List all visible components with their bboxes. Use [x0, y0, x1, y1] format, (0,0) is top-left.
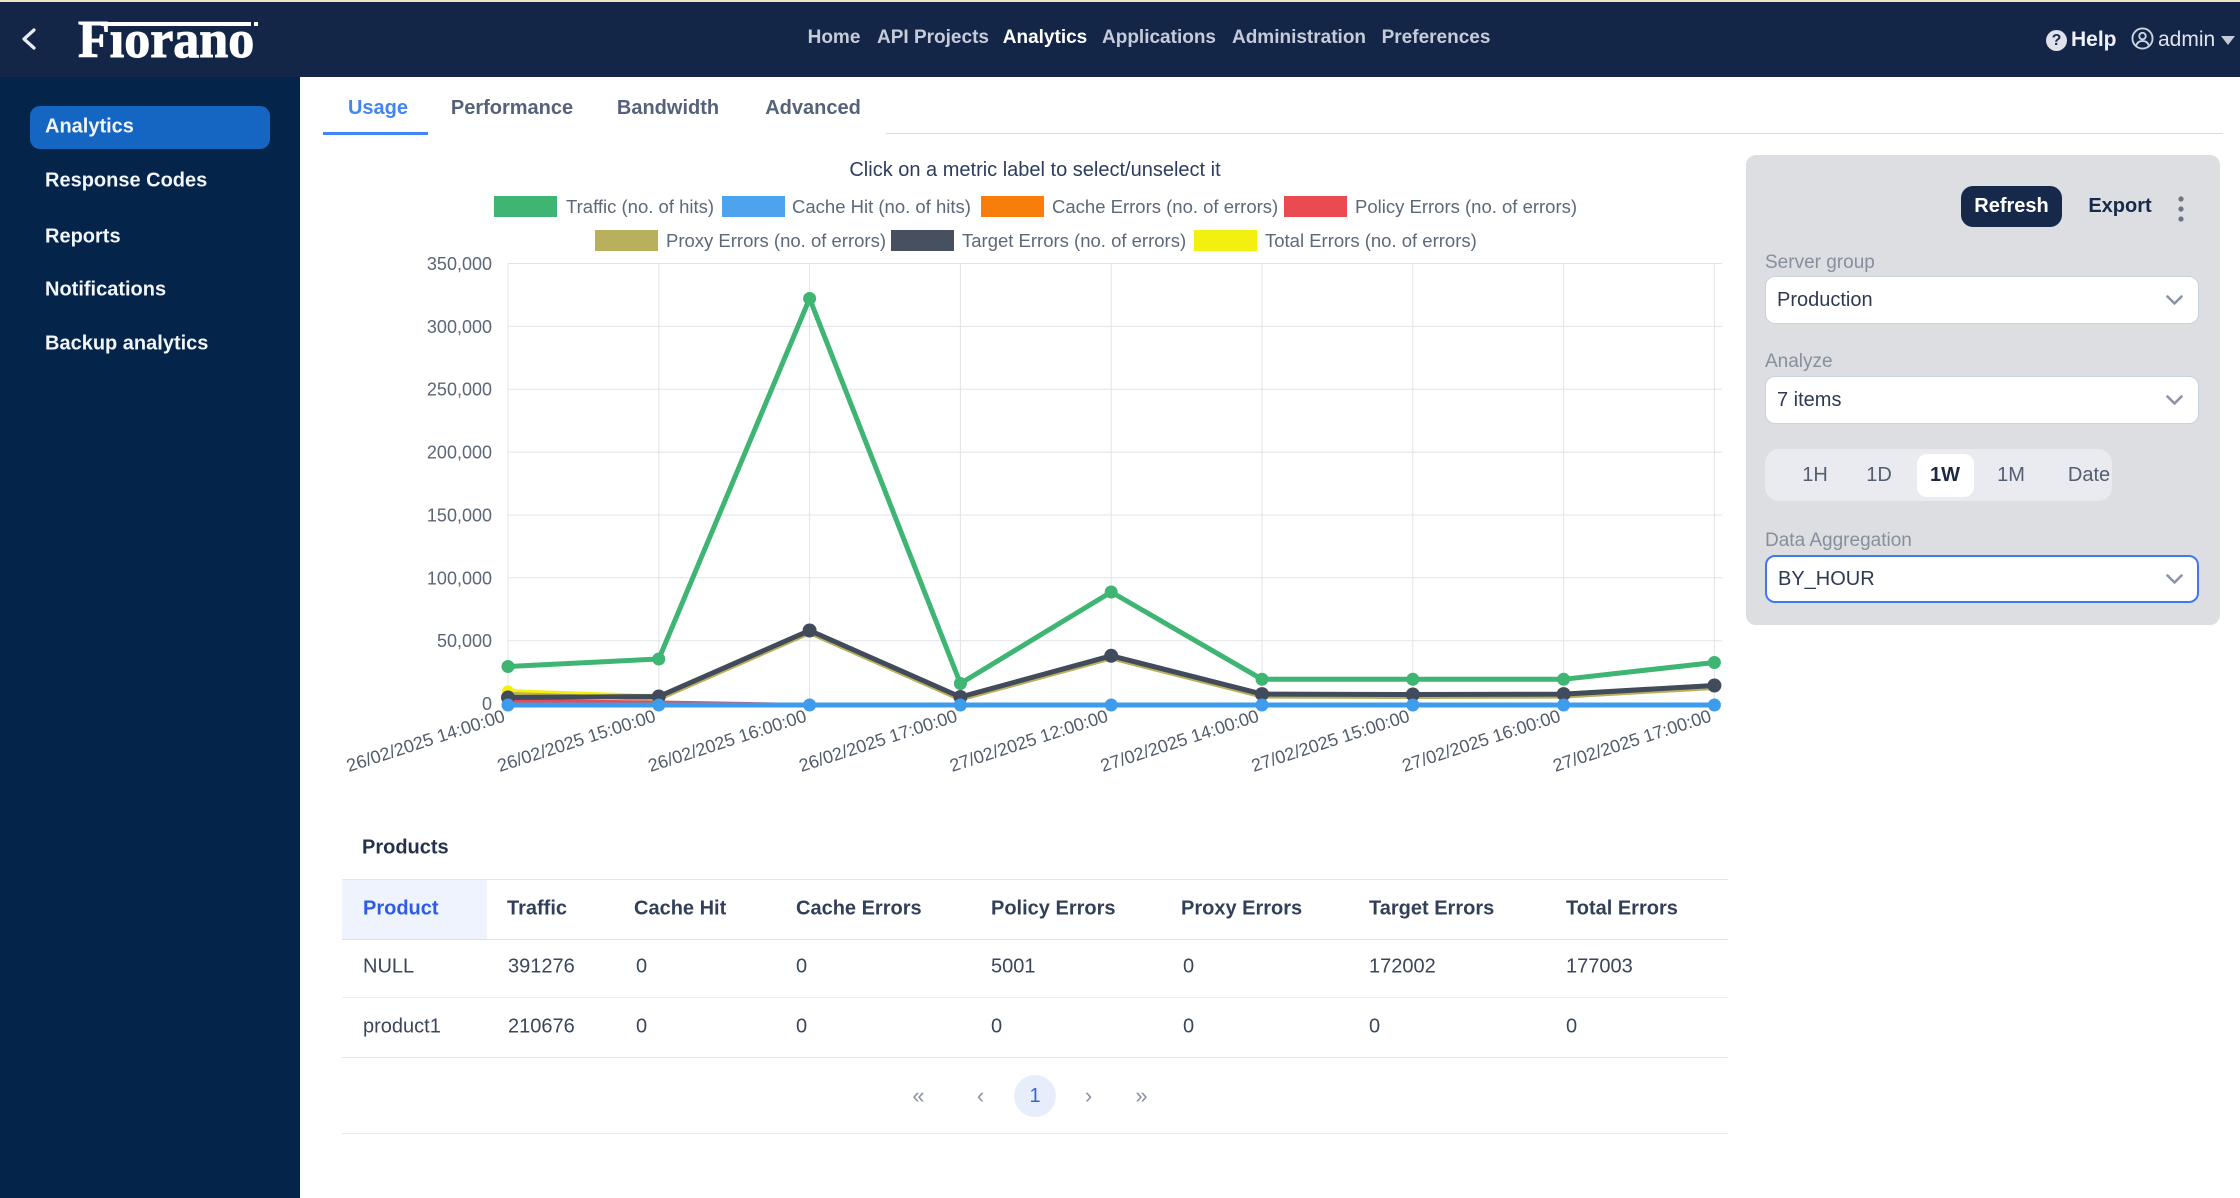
svg-text:27/02/2025 14:00:00: 27/02/2025 14:00:00 [1098, 706, 1261, 776]
svg-text:27/02/2025 15:00:00: 27/02/2025 15:00:00 [1249, 706, 1412, 776]
svg-text:26/02/2025 16:00:00: 26/02/2025 16:00:00 [646, 706, 809, 776]
svg-text:100,000: 100,000 [427, 568, 492, 588]
svg-text:300,000: 300,000 [427, 317, 492, 337]
svg-text:Cache Errors (no. of errors): Cache Errors (no. of errors) [1052, 196, 1278, 217]
svg-text:50,000: 50,000 [437, 631, 492, 651]
svg-text:26/02/2025 14:00:00: 26/02/2025 14:00:00 [344, 706, 507, 776]
svg-text:27/02/2025 16:00:00: 27/02/2025 16:00:00 [1400, 706, 1563, 776]
svg-text:26/02/2025 17:00:00: 26/02/2025 17:00:00 [796, 706, 959, 776]
svg-text:Click on a metric label to sel: Click on a metric label to select/unsele… [849, 159, 1221, 181]
svg-text:200,000: 200,000 [427, 443, 492, 463]
svg-text:Total Errors (no. of errors): Total Errors (no. of errors) [1265, 230, 1477, 251]
svg-text:Proxy Errors (no. of errors): Proxy Errors (no. of errors) [666, 230, 886, 251]
svg-text:150,000: 150,000 [427, 506, 492, 526]
svg-text:Target Errors (no. of errors): Target Errors (no. of errors) [962, 230, 1186, 251]
svg-text:26/02/2025 15:00:00: 26/02/2025 15:00:00 [495, 706, 658, 776]
svg-text:Traffic (no. of hits): Traffic (no. of hits) [566, 196, 714, 217]
svg-text:Policy Errors (no. of errors): Policy Errors (no. of errors) [1355, 196, 1577, 217]
svg-text:27/02/2025 12:00:00: 27/02/2025 12:00:00 [947, 706, 1110, 776]
svg-text:250,000: 250,000 [427, 380, 492, 400]
svg-text:350,000: 350,000 [427, 254, 492, 274]
svg-text:27/02/2025 17:00:00: 27/02/2025 17:00:00 [1550, 706, 1713, 776]
svg-text:Cache Hit (no. of hits): Cache Hit (no. of hits) [792, 196, 971, 217]
